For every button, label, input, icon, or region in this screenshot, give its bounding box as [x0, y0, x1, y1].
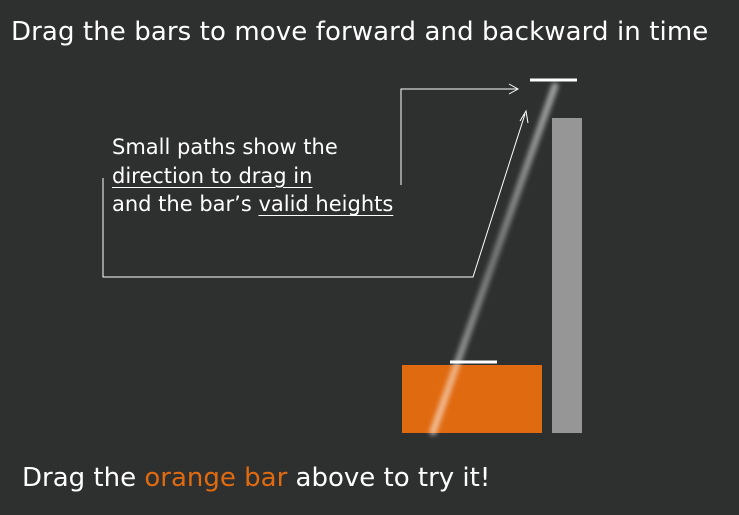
bar-chart-area: [102, 78, 582, 436]
callout-connector-upper: [400, 88, 517, 185]
instruction-callout: Small paths show the direction to drag i…: [112, 133, 393, 219]
footer-instruction: Drag the orange bar above to try it!: [22, 463, 490, 493]
valid-heights-text: valid heights: [258, 192, 394, 216]
orange-bar[interactable]: [402, 365, 542, 433]
callout-line-1: Small paths show the: [112, 135, 338, 159]
footer-accent: orange bar: [144, 463, 288, 493]
callout-line-3-prefix: and the bar’s: [112, 192, 259, 216]
footer-prefix: Drag the: [22, 463, 145, 493]
gray-bar[interactable]: [552, 118, 582, 433]
footer-suffix: above to try it!: [287, 463, 491, 493]
callout-line-2: direction to drag in: [112, 163, 313, 188]
tutorial-canvas: Drag the bars to move forward and backwa…: [0, 0, 739, 515]
callout-line-3: and the bar’s valid heights: [112, 190, 393, 219]
